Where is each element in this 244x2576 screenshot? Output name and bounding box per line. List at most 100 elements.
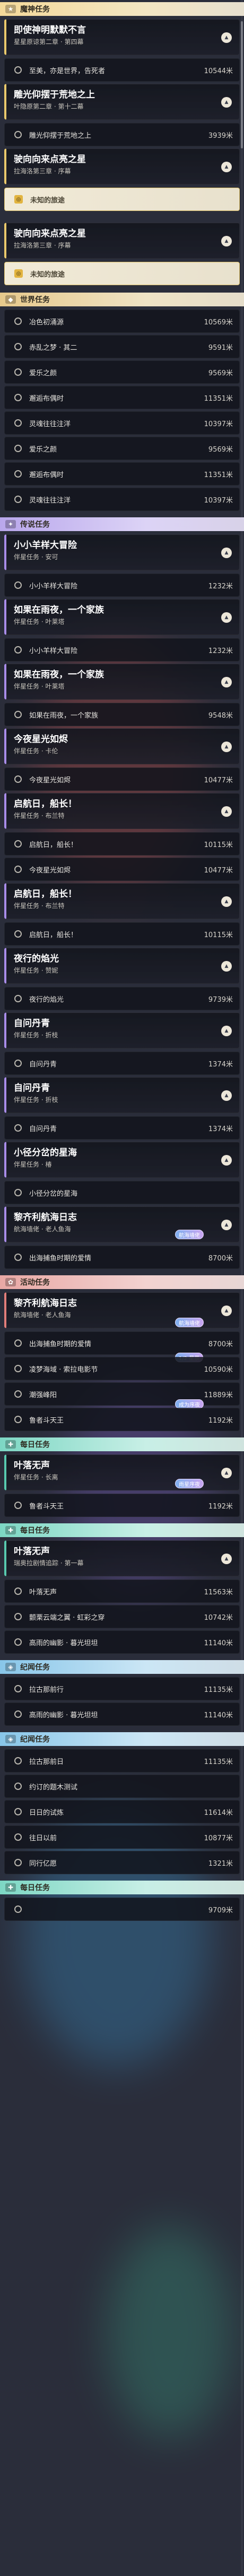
section-header-archon[interactable]: ★ 魔神任务 bbox=[0, 2, 244, 16]
section-header-repeat[interactable]: ◈ 纪闻任务 bbox=[0, 1660, 244, 1674]
quest-step[interactable]: 叶落无声 11563米 bbox=[4, 1580, 240, 1603]
collapse-icon[interactable]: ▲ bbox=[221, 1554, 232, 1564]
quest-card[interactable]: 黎齐利航海日志 航海墙佬 · 老人鱼海 ▲ bbox=[4, 1292, 240, 1328]
quest-subtitle: 伴星任务 · 安可 bbox=[14, 553, 58, 561]
collapse-icon[interactable]: ▲ bbox=[221, 896, 232, 907]
quest-card[interactable]: 夜行的焰光 伴星任务 · 赞妮 ▲ bbox=[4, 948, 240, 984]
quest-step[interactable]: 夜行的焰光 9739米 bbox=[4, 987, 240, 1010]
step-label: 日日的试炼 bbox=[29, 1809, 64, 1817]
quest-step[interactable]: 约订的题木测试 bbox=[4, 1775, 240, 1798]
quest-step[interactable]: 高雨的幽影 · 暮光坦坦 11140米 bbox=[4, 1630, 240, 1654]
quest-step[interactable]: 爱乐之颜 9569米 bbox=[4, 360, 240, 384]
collapse-icon[interactable]: ▲ bbox=[221, 1220, 232, 1230]
quest-step[interactable]: 拉古那前行 11135米 bbox=[4, 1677, 240, 1700]
section-header-event[interactable]: ✿ 活动任务 bbox=[0, 1275, 244, 1289]
quest-card[interactable]: 今夜星光如烬 伴星任务 · 卡伦 ▲ bbox=[4, 728, 240, 764]
quest-step[interactable]: 灵魂往往注洋 10397米 bbox=[4, 411, 240, 435]
collapse-icon[interactable]: ▲ bbox=[221, 1468, 232, 1478]
quest-card[interactable]: 小径分岔的星海 伴星任务 · 椿 ▲ bbox=[4, 1142, 240, 1178]
quest-card[interactable]: 启航日，船长！ 伴星任务 · 布兰特 ▲ bbox=[4, 883, 240, 919]
collapse-icon[interactable]: ▲ bbox=[221, 548, 232, 558]
quest-card[interactable]: 驶向向来点亮之星 拉海洛第三章 · 序幕 ▲ bbox=[4, 223, 240, 259]
quest-card[interactable]: 如果在雨夜，一个家族 伴星任务 · 叶莱塔 ▲ bbox=[4, 664, 240, 700]
collapse-icon[interactable]: ▲ bbox=[221, 742, 232, 752]
quest-step-active[interactable]: ◎ 未知的旅途 bbox=[4, 188, 240, 211]
collapse-icon[interactable]: ▲ bbox=[221, 236, 232, 246]
quest-step[interactable]: 小径分岔的星海 bbox=[4, 1181, 240, 1204]
section-header-world[interactable]: ◆ 世界任务 bbox=[0, 293, 244, 306]
quest-step[interactable]: 鲁者斗天王 1192米 bbox=[4, 1494, 240, 1517]
quest-step[interactable]: 邂逅布偶时 11351米 bbox=[4, 462, 240, 486]
collapse-icon[interactable]: ▲ bbox=[221, 961, 232, 972]
quest-step[interactable]: 出海捕鱼时期的爱情 8700米 bbox=[4, 1331, 240, 1355]
quest-card[interactable]: 小小羊样大冒险 伴星任务 · 安可 ▲ bbox=[4, 534, 240, 570]
quest-subtitle: 伴星任务 · 叶莱塔 bbox=[14, 683, 65, 690]
quest-step[interactable]: 邂逅布偶时 11351米 bbox=[4, 386, 240, 409]
quest-step[interactable]: 9709米 bbox=[4, 1898, 240, 1921]
quest-step[interactable]: 小小羊样大冒险 1232米 bbox=[4, 638, 240, 661]
quest-card[interactable]: 启航日，船长！ 伴星任务 · 布兰特 ▲ bbox=[4, 793, 240, 829]
step-label: 颤栗云端之翼 · 虹彩之穿 bbox=[29, 1613, 105, 1622]
collapse-icon[interactable]: ▲ bbox=[221, 677, 232, 687]
quest-card[interactable]: 自问丹青 伴星任务 · 折枝 ▲ bbox=[4, 1012, 240, 1048]
section-title: 传说任务 bbox=[20, 521, 50, 529]
quest-card[interactable]: 驶向向来点亮之星 拉海洛第三章 · 序幕 ▲ bbox=[4, 148, 240, 184]
quest-step[interactable]: 高雨的幽影 · 暮光坦坦 11140米 bbox=[4, 1702, 240, 1726]
collapse-icon[interactable]: ▲ bbox=[221, 32, 232, 43]
collapse-icon[interactable]: ▲ bbox=[221, 1026, 232, 1036]
section-header-story[interactable]: ✦ 传说任务 bbox=[0, 517, 244, 531]
quest-step[interactable]: 自问丹青 1374米 bbox=[4, 1052, 240, 1075]
quest-step[interactable]: 日日的试炼 11614米 bbox=[4, 1800, 240, 1823]
collapse-icon[interactable]: ▲ bbox=[221, 162, 232, 172]
quest-card[interactable]: 即使神明默默不言 星星原谅第二章 · 第四幕 ▲ bbox=[4, 19, 240, 55]
quest-step[interactable]: 颤栗云端之翼 · 虹彩之穿 10742米 bbox=[4, 1605, 240, 1628]
section-header-daily[interactable]: ✚ 每日任务 bbox=[0, 1523, 244, 1537]
quest-card[interactable]: 黎齐利航海日志 航海墙佬 · 老人鱼海 ▲ bbox=[4, 1206, 240, 1242]
quest-step[interactable]: 出海捕鱼时期的爱情 8700米 bbox=[4, 1246, 240, 1269]
section-header-daily[interactable]: ✚ 每日任务 bbox=[0, 1437, 244, 1451]
quest-card[interactable]: 叶落无声 伴星任务 · 长离 ▲ bbox=[4, 1454, 240, 1490]
quest-step[interactable]: 赤乱之梦 · 其二 9591米 bbox=[4, 335, 240, 358]
event-badge[interactable]: 航海墙佬 bbox=[175, 1230, 204, 1239]
quest-step[interactable]: 拉古那前日 11135米 bbox=[4, 1749, 240, 1772]
quest-card[interactable]: 如果在雨夜，一个家族 伴星任务 · 叶莱塔 ▲ bbox=[4, 599, 240, 635]
quest-step-active[interactable]: ◎ 未知的旅途 bbox=[4, 262, 240, 285]
quest-step[interactable]: 爱乐之颜 9569米 bbox=[4, 437, 240, 460]
quest-step[interactable]: 凌梦海域 · 索拉电影节 10590米 bbox=[4, 1357, 240, 1380]
collapse-icon[interactable]: ▲ bbox=[221, 1090, 232, 1101]
quest-step[interactable]: 今夜星光如烬 10477米 bbox=[4, 767, 240, 791]
quest-card[interactable]: 叶落无声 瑞奥拉剧情追踪 · 第一幕 ▲ bbox=[4, 1540, 240, 1576]
quest-step[interactable]: 鲁者斗天王 1192米 bbox=[4, 1408, 240, 1431]
quest-step[interactable]: 灵魂往往注洋 10397米 bbox=[4, 488, 240, 511]
collapse-icon[interactable]: ▲ bbox=[221, 806, 232, 817]
quest-step[interactable]: 小小羊样大冒险 1232米 bbox=[4, 574, 240, 597]
collapse-icon[interactable]: ▲ bbox=[221, 97, 232, 108]
collapse-icon[interactable]: ▲ bbox=[221, 1305, 232, 1316]
quest-card[interactable]: 自问丹青 伴星任务 · 折枝 ▲ bbox=[4, 1077, 240, 1113]
step-distance: 11614米 bbox=[204, 1809, 233, 1817]
quest-step[interactable]: 如果在雨夜，一个家族 9548米 bbox=[4, 703, 240, 726]
step-distance: 10877米 bbox=[204, 1834, 233, 1842]
quest-step[interactable]: 启航日，船长！ 10115米 bbox=[4, 832, 240, 855]
quest-step[interactable]: 至美，亦是世界，告死者 10544米 bbox=[4, 58, 240, 82]
step-distance: 11135米 bbox=[204, 1758, 233, 1766]
scrollbar-thumb[interactable] bbox=[241, 21, 243, 148]
quest-card[interactable]: 雕光仰摆于荒地之上 叶隐原第二章 · 第十二幕 ▲ bbox=[4, 84, 240, 120]
quest-step[interactable]: 同行亿愿 1321米 bbox=[4, 1851, 240, 1874]
collapse-icon[interactable]: ▲ bbox=[221, 1155, 232, 1166]
section-header-daily[interactable]: ✚ 每日任务 bbox=[0, 1881, 244, 1894]
quest-step[interactable]: 雕光仰摆于荒地之上 3939米 bbox=[4, 123, 240, 146]
quest-step[interactable]: 潮强峰阳 11889米 bbox=[4, 1382, 240, 1406]
event-badge[interactable]: 雨星序夜 bbox=[175, 1479, 204, 1488]
quest-step[interactable]: 冶色初涌源 10569米 bbox=[4, 310, 240, 333]
step-circle-icon bbox=[14, 343, 22, 350]
quest-step[interactable]: 启航日，船长！ 10115米 bbox=[4, 922, 240, 946]
quest-step[interactable]: 自问丹青 1374米 bbox=[4, 1116, 240, 1140]
quest-step[interactable]: 往日以前 10877米 bbox=[4, 1825, 240, 1849]
section-header-repeat[interactable]: ◈ 纪闻任务 bbox=[0, 1732, 244, 1746]
event-badge[interactable]: 航海墙佬 bbox=[175, 1318, 204, 1327]
quest-step[interactable]: 今夜星光如烬 10477米 bbox=[4, 858, 240, 881]
quest-title: 自问丹青 bbox=[14, 1083, 50, 1093]
quest-title: 叶落无声 bbox=[14, 1460, 50, 1471]
collapse-icon[interactable]: ▲ bbox=[221, 612, 232, 623]
